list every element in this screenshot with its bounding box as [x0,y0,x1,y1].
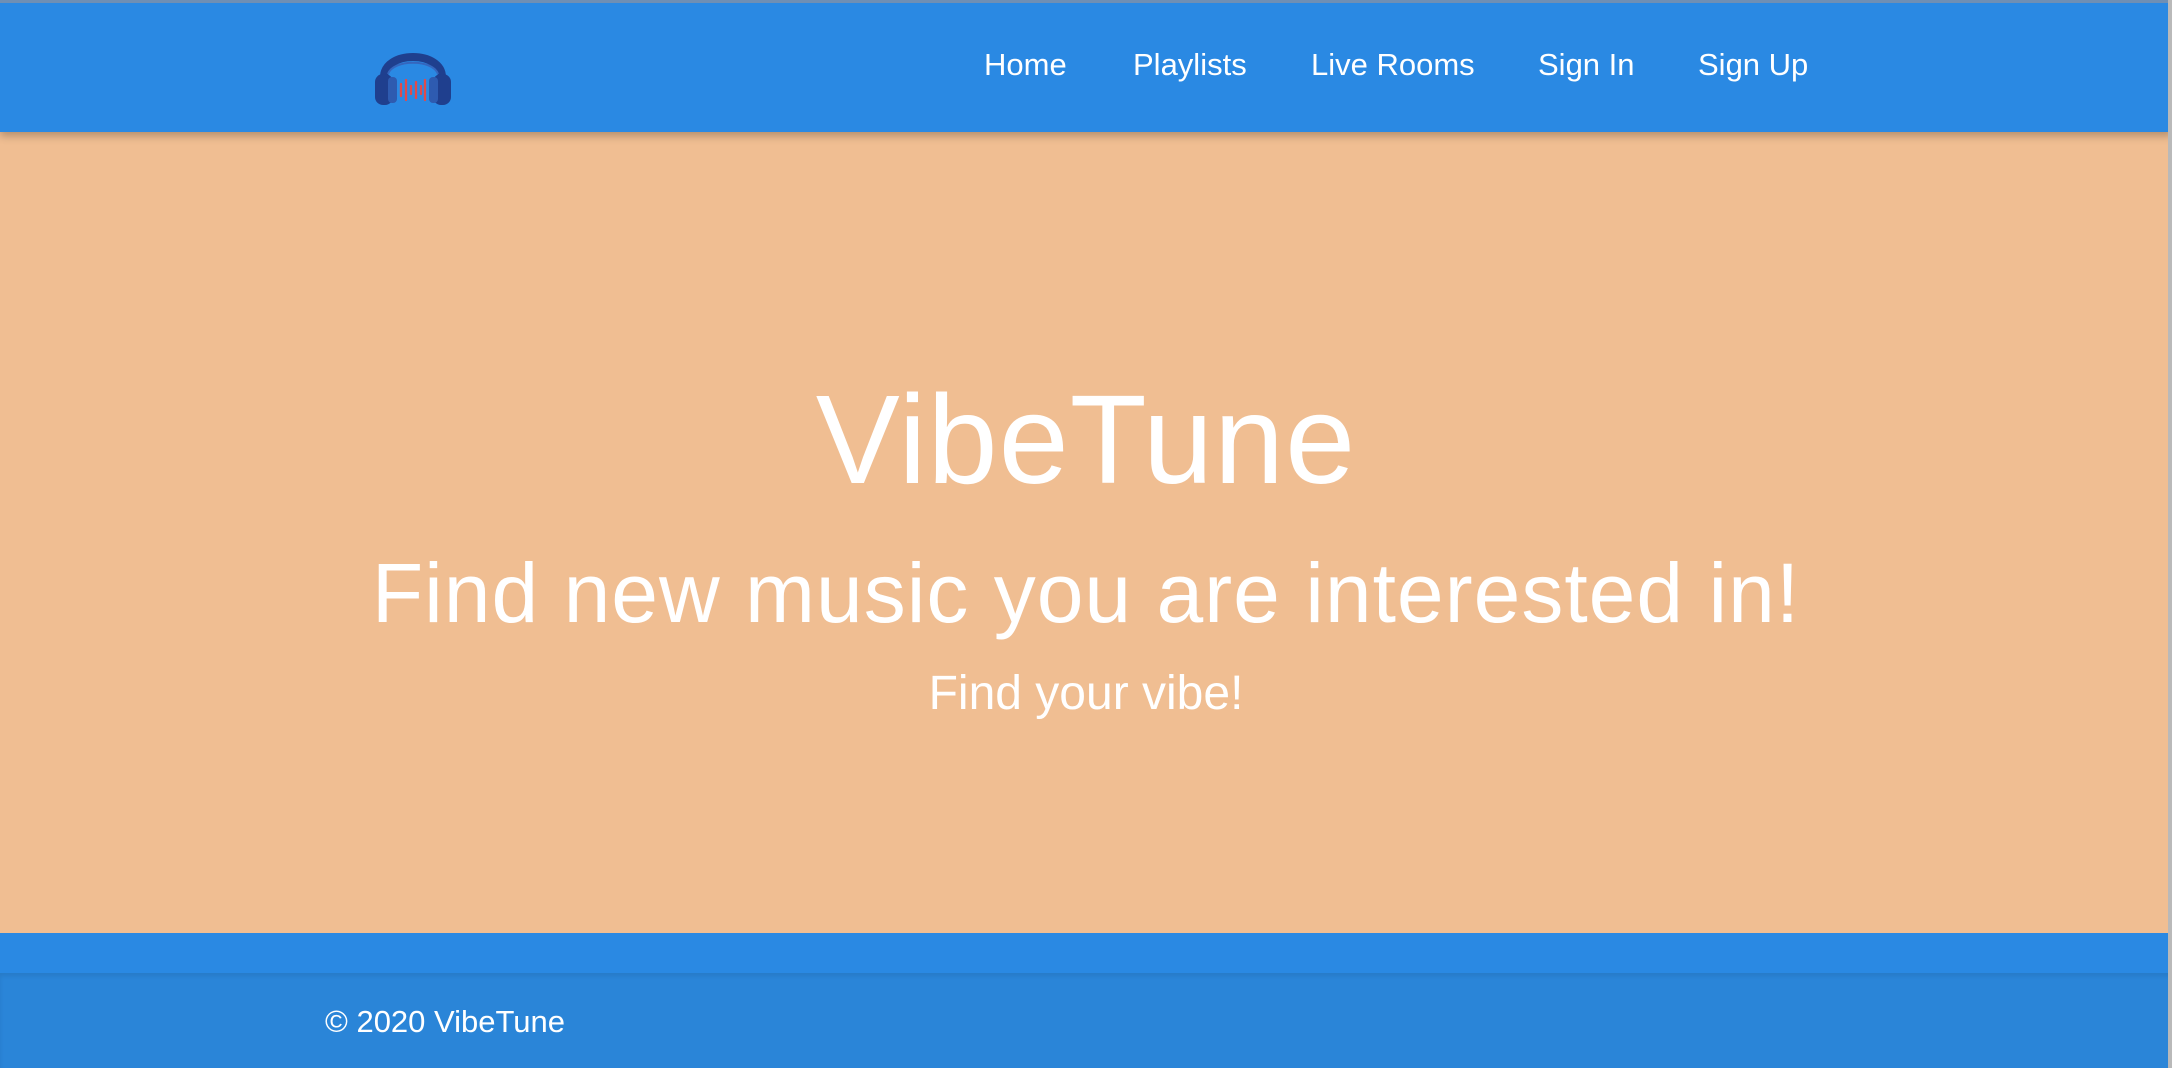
headphones-logo-icon[interactable] [371,36,455,108]
hero-tagline: Find your vibe! [928,667,1244,720]
nav-live-rooms-link[interactable]: Live Rooms [1311,46,1475,83]
nav-sign-in-link[interactable]: Sign In [1538,46,1635,83]
window-right-edge [2168,0,2172,1068]
page: Home Playlists Live Rooms Sign In Sign U… [0,0,2172,1068]
nav-playlists-link[interactable]: Playlists [1133,46,1247,83]
nav-home-link[interactable]: Home [984,46,1067,83]
hero-title: VibeTune [815,369,1357,510]
hero-section: VibeTune Find new music you are interest… [0,132,2172,933]
nav-sign-up-link[interactable]: Sign Up [1698,46,1808,83]
top-navigation-bar: Home Playlists Live Rooms Sign In Sign U… [0,0,2172,132]
hero-subtitle: Find new music you are interested in! [371,546,1801,640]
footer-copyright: © 2020 VibeTune [325,1004,566,1039]
site-footer: © 2020 VibeTune [0,933,2172,1068]
